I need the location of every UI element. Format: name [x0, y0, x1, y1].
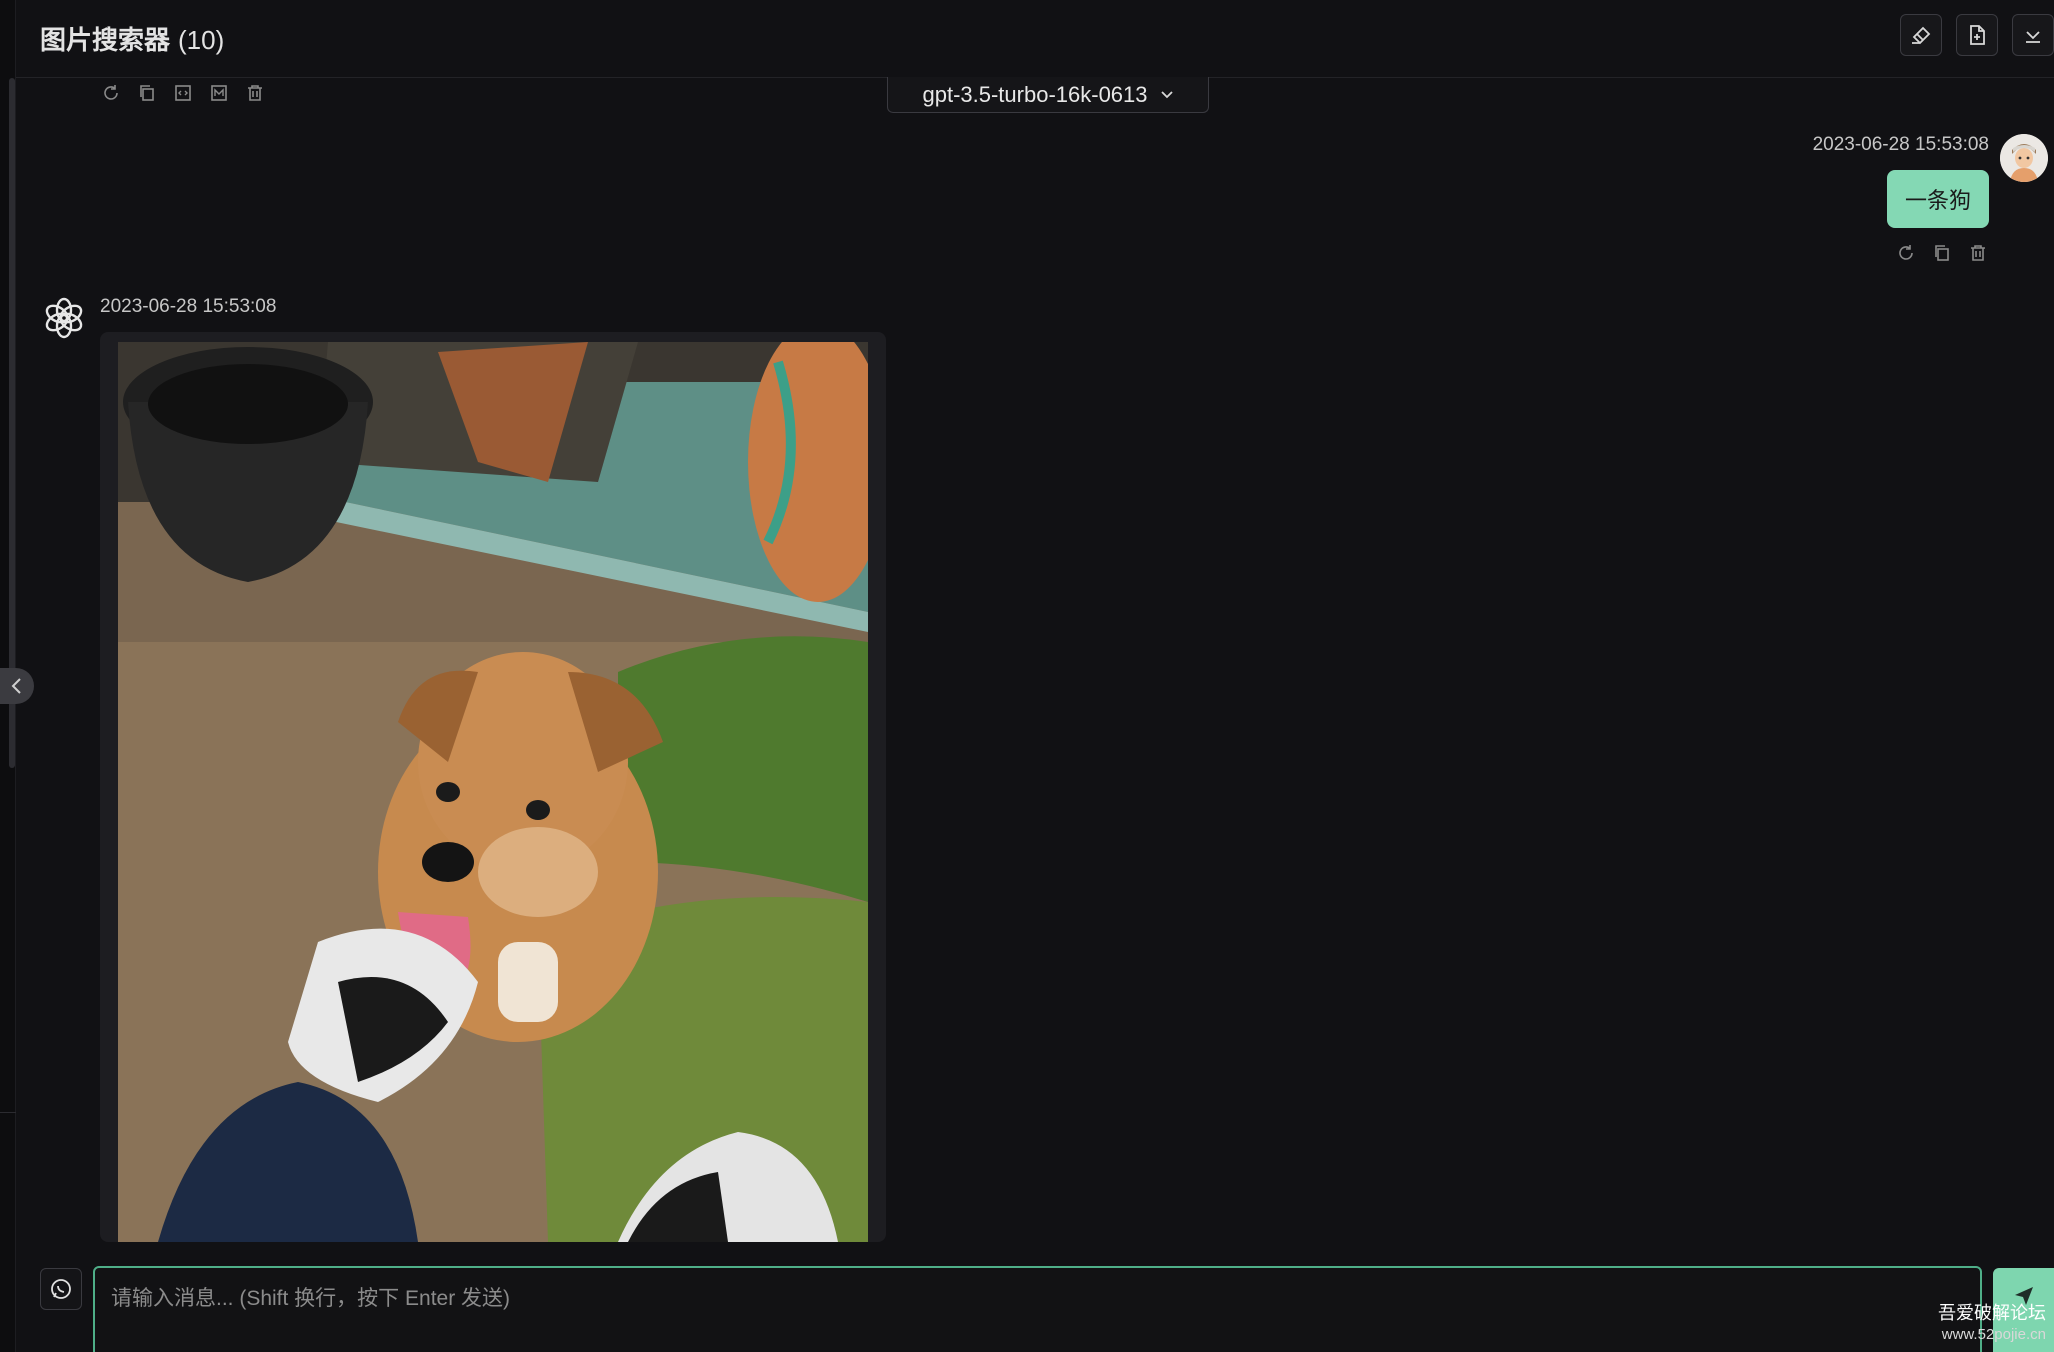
dog-photo[interactable] — [118, 342, 868, 1242]
user-reload-button[interactable] — [1895, 242, 1917, 264]
avatar-icon — [2000, 134, 2048, 182]
markdown-button[interactable] — [208, 82, 230, 104]
page-title: 图片搜索器 (10) — [40, 20, 224, 57]
chevron-down-icon — [1160, 90, 1173, 98]
dog-photo-image — [118, 342, 868, 1242]
prompt-button[interactable] — [40, 1268, 82, 1310]
chat-bubble-icon — [51, 1279, 71, 1299]
user-message-text: 一条狗 — [1904, 188, 1971, 213]
collapse-down-icon — [2026, 31, 2040, 43]
delete-button[interactable] — [244, 82, 266, 104]
assistant-message-card — [100, 332, 886, 1242]
user-message-time: 2023-06-28 15:53:08 — [1812, 134, 1989, 155]
delete-icon — [248, 85, 262, 101]
message-toolbar — [100, 82, 266, 104]
copy-icon — [140, 85, 154, 101]
chat-header: 图片搜索器 (10) — [16, 0, 2054, 78]
delete-icon — [1971, 245, 1985, 261]
chevron-left-icon — [11, 678, 21, 694]
watermark: 吾爱破解论坛 www.52pojie.cn — [1938, 1302, 2046, 1346]
watermark-url: www.52pojie.cn — [1941, 1326, 2046, 1343]
export-icon — [1970, 25, 1985, 45]
sidebar-expand-button[interactable] — [0, 668, 34, 704]
user-delete-button[interactable] — [1967, 242, 1989, 264]
user-message-actions — [1895, 242, 1989, 264]
code-icon — [175, 85, 191, 101]
clear-button[interactable] — [1900, 14, 1942, 56]
divider — [0, 1112, 16, 1113]
reload-icon — [1899, 245, 1913, 260]
copy-button[interactable] — [136, 82, 158, 104]
watermark-name: 吾爱破解论坛 — [1938, 1303, 2046, 1323]
code-button[interactable] — [172, 82, 194, 104]
sidebar-scrollbar[interactable] — [9, 78, 15, 768]
assistant-message-time: 2023-06-28 15:53:08 — [100, 296, 277, 317]
model-selector[interactable]: gpt-3.5-turbo-16k-0613 — [887, 77, 1209, 113]
markdown-icon — [211, 85, 227, 101]
openai-logo-icon — [45, 297, 83, 339]
clear-icon — [1912, 26, 1931, 45]
message-input-container — [93, 1266, 1982, 1352]
user-message-bubble: 一条狗 — [1886, 170, 1989, 228]
collapse-down-button[interactable] — [2012, 14, 2054, 56]
message-input[interactable] — [95, 1268, 1980, 1352]
copy-icon — [1935, 245, 1949, 261]
user-avatar — [2000, 134, 2048, 182]
chat-title: 图片搜索器 — [40, 25, 171, 55]
reload-icon — [104, 85, 118, 100]
message-count: (10) — [178, 25, 225, 55]
model-selector-value: gpt-3.5-turbo-16k-0613 — [922, 81, 1148, 107]
assistant-avatar — [40, 294, 88, 342]
reload-button[interactable] — [100, 82, 122, 104]
export-button[interactable] — [1956, 14, 1998, 56]
user-copy-button[interactable] — [1931, 242, 1953, 264]
